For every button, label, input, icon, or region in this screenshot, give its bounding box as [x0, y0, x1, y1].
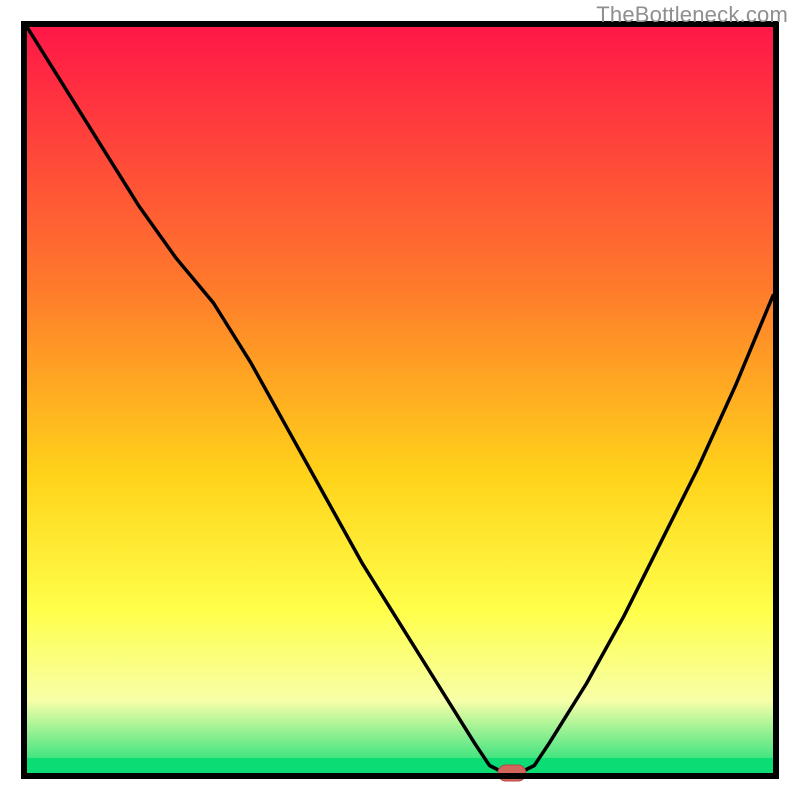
watermark-label: TheBottleneck.com	[596, 2, 788, 28]
bottleneck-chart	[0, 0, 800, 800]
chart-background	[24, 24, 776, 776]
